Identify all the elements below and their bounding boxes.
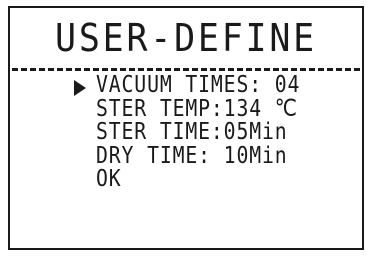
menu-item-vacuum-times[interactable]: VACUUM TIMES: 04	[96, 73, 300, 98]
menu-item-ster-temp[interactable]: STER TEMP:134 ℃	[96, 97, 300, 122]
screen-title: USER-DEFINE	[55, 16, 317, 60]
settings-menu: VACUUM TIMES: 04 STER TEMP:134 ℃ STER TI…	[96, 73, 334, 192]
menu-item-ster-time[interactable]: STER TIME:05Min	[96, 120, 300, 145]
menu-item-ok[interactable]: OK	[96, 167, 300, 192]
menu-item-dry-time[interactable]: DRY TIME: 10Min	[96, 144, 300, 169]
dashed-divider	[12, 68, 360, 71]
selection-cursor-icon	[74, 80, 86, 96]
